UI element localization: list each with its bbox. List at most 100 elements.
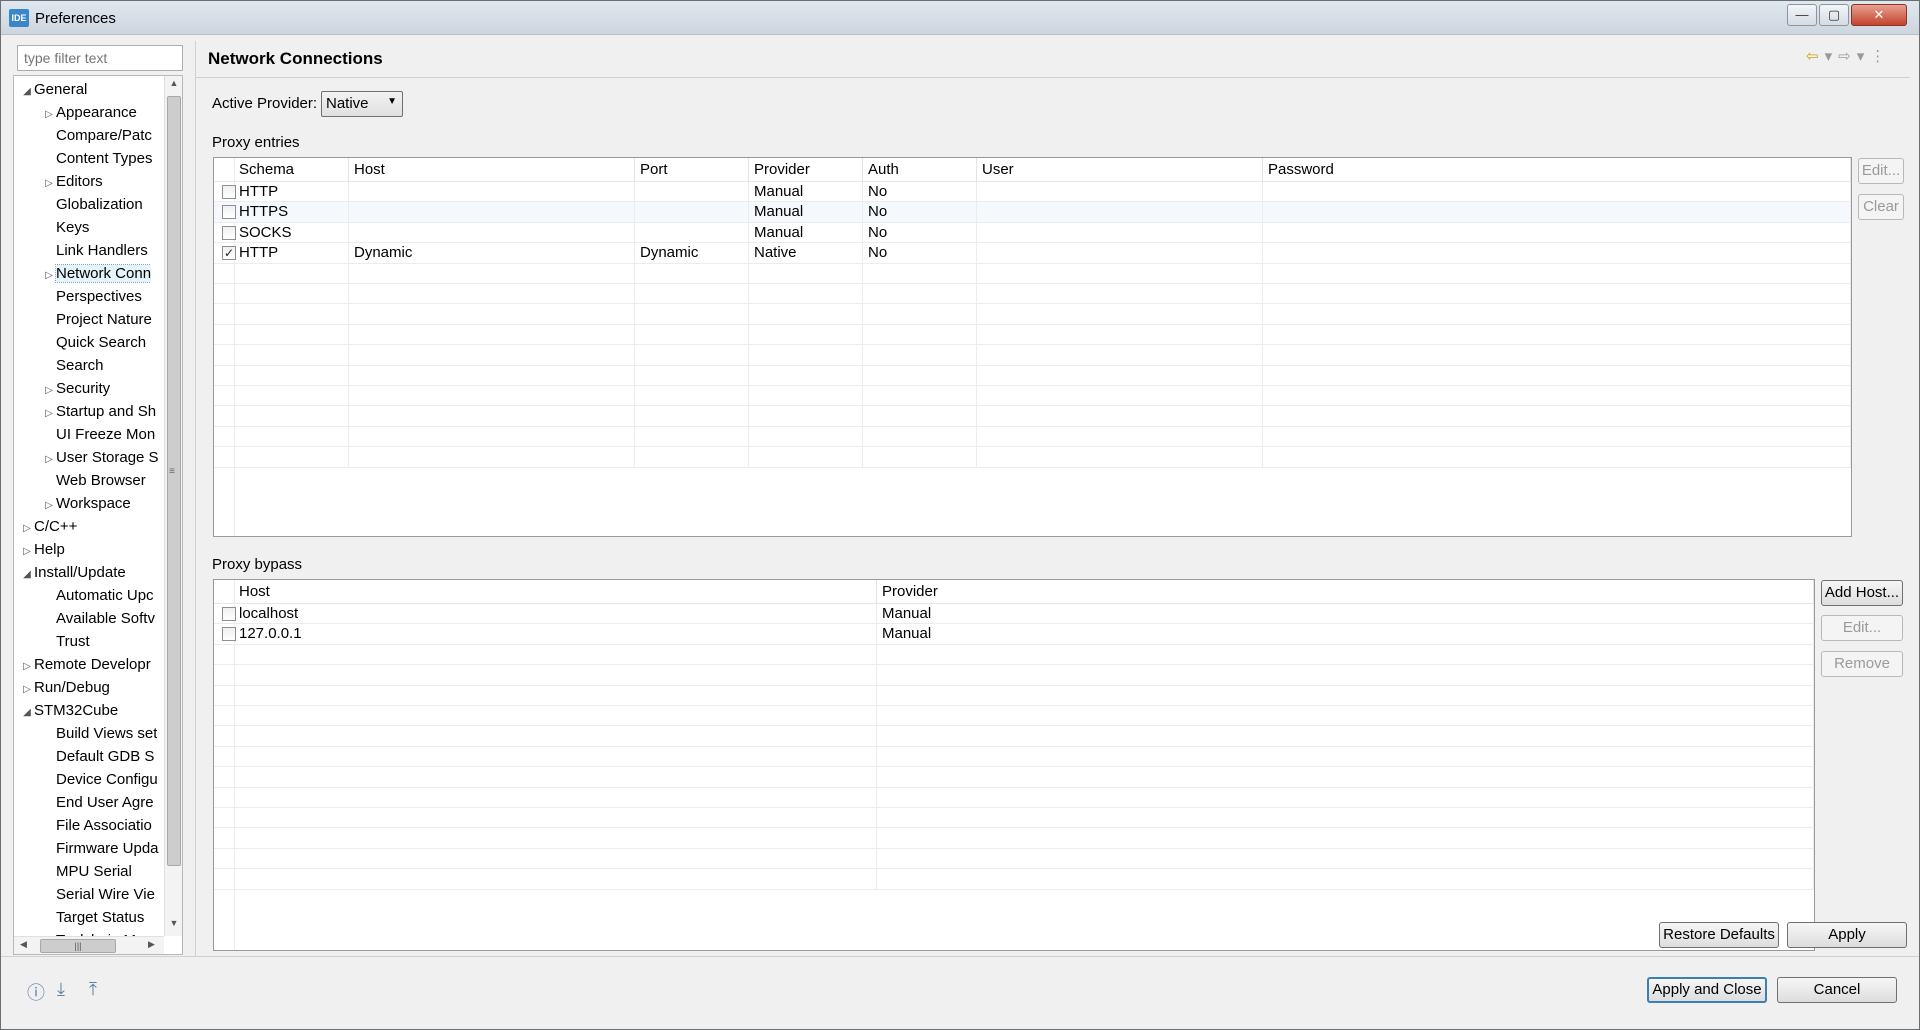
close-button[interactable]: ✕ — [1851, 4, 1907, 26]
expanded-arrow-icon[interactable]: ◢ — [20, 563, 34, 584]
tree-item[interactable]: ▷ Network Conn — [42, 262, 152, 285]
collapsed-arrow-icon[interactable]: ▷ — [42, 264, 56, 285]
scroll-thumb[interactable] — [167, 96, 181, 866]
tree-item[interactable]: ◢ General — [20, 78, 87, 101]
filter-input[interactable] — [17, 45, 183, 71]
row-checkbox[interactable] — [222, 205, 236, 220]
collapsed-arrow-icon[interactable]: ▷ — [20, 678, 34, 699]
column-header[interactable]: Port — [635, 158, 749, 182]
back-menu-icon[interactable]: ▾ — [1825, 48, 1839, 65]
tree-item[interactable]: File Associatio — [42, 814, 152, 837]
collapsed-arrow-icon[interactable]: ▷ — [42, 448, 56, 469]
tree-item[interactable]: Content Types — [42, 147, 152, 170]
tree-item[interactable]: ▷ Security — [42, 377, 110, 400]
expanded-arrow-icon[interactable]: ◢ — [20, 701, 34, 722]
row-checkbox[interactable] — [222, 185, 236, 199]
tree-item[interactable]: Available Softv — [42, 607, 155, 630]
tree-item[interactable]: Keys — [42, 216, 89, 239]
column-header[interactable]: Schema — [234, 158, 349, 182]
tree-item[interactable]: Automatic Upc — [42, 584, 154, 607]
back-arrow-icon[interactable]: ⇦ — [1806, 48, 1825, 65]
tree-horizontal-scrollbar[interactable]: ◀ ||| ▶ — [14, 936, 164, 954]
import-icon[interactable]: ⤓ — [57, 979, 65, 1000]
table-row[interactable]: localhost Manual — [214, 604, 1814, 625]
table-row[interactable]: HTTP Dynamic Dynamic Native No ✓ — [214, 243, 1851, 264]
tree-item[interactable]: ▷ Editors — [42, 170, 103, 193]
tree-item[interactable]: ▷ Remote Developr — [20, 653, 151, 676]
collapsed-arrow-icon[interactable]: ▷ — [20, 540, 34, 561]
apply-button[interactable]: Apply — [1787, 922, 1907, 948]
collapsed-arrow-icon[interactable]: ▷ — [20, 655, 34, 676]
row-checkbox[interactable] — [222, 607, 236, 621]
tree-item[interactable]: UI Freeze Mon — [42, 423, 155, 446]
tree-item[interactable]: Build Views set — [42, 722, 157, 745]
tree-item[interactable]: ▷ Workspace — [42, 492, 131, 515]
tree-item[interactable]: Toolchain M — [42, 929, 136, 936]
collapsed-arrow-icon[interactable]: ▷ — [20, 517, 34, 538]
tree-vertical-scrollbar[interactable]: ▲ ≡ ▼ — [164, 76, 182, 936]
table-row[interactable]: SOCKS Manual No — [214, 222, 1851, 244]
column-header[interactable]: User — [977, 158, 1263, 182]
table-row[interactable]: HTTP Manual No — [214, 182, 1851, 203]
column-header[interactable]: Auth — [863, 158, 977, 182]
collapsed-arrow-icon[interactable]: ▷ — [42, 494, 56, 515]
column-header[interactable]: Provider — [749, 158, 863, 182]
column-header[interactable]: Password — [1263, 158, 1851, 182]
column-header[interactable]: Host — [234, 580, 877, 604]
minimize-button[interactable]: — — [1787, 4, 1817, 26]
title-bar[interactable]: IDE Preferences — ▢ ✕ — [1, 1, 1919, 35]
collapsed-arrow-icon[interactable]: ▷ — [42, 172, 56, 193]
tree-item[interactable]: ▷ Help — [20, 538, 65, 561]
tree-item[interactable]: ▷ C/C++ — [20, 515, 77, 538]
tree-item[interactable]: Trust — [42, 630, 90, 653]
help-icon[interactable]: ⓘ — [27, 979, 45, 1005]
restore-defaults-button[interactable]: Restore Defaults — [1659, 922, 1779, 948]
edit-entry-button[interactable]: Edit... — [1858, 158, 1904, 184]
table-row[interactable]: HTTPS Manual No — [214, 202, 1851, 223]
edit-host-button[interactable]: Edit... — [1821, 615, 1903, 641]
tree-item[interactable]: Project Nature — [42, 308, 152, 331]
row-checkbox[interactable]: ✓ — [222, 246, 236, 261]
collapsed-arrow-icon[interactable]: ▷ — [42, 402, 56, 423]
active-provider-select[interactable]: Native ▼ — [321, 91, 403, 117]
collapsed-arrow-icon[interactable]: ▷ — [42, 379, 56, 400]
view-menu-icon[interactable]: ⋮ — [1870, 48, 1891, 65]
tree-item[interactable]: Search — [42, 354, 104, 377]
tree-item[interactable]: Link Handlers — [42, 239, 148, 262]
tree-item[interactable]: Perspectives — [42, 285, 142, 308]
maximize-button[interactable]: ▢ — [1819, 4, 1849, 26]
tree-item[interactable]: ◢ STM32Cube — [20, 699, 118, 722]
cancel-button[interactable]: Cancel — [1777, 977, 1897, 1003]
tree-item[interactable]: End User Agre — [42, 791, 154, 814]
tree-item[interactable]: Web Browser — [42, 469, 146, 492]
add-host-button[interactable]: Add Host... — [1821, 580, 1903, 606]
tree-item[interactable]: ▷ Appearance — [42, 101, 137, 124]
expanded-arrow-icon[interactable]: ◢ — [20, 80, 34, 101]
column-header[interactable]: Provider — [877, 580, 1814, 604]
table-row[interactable]: 127.0.0.1 Manual — [214, 624, 1814, 645]
scroll-left-icon[interactable]: ◀ — [20, 939, 27, 950]
forward-arrow-icon[interactable]: ⇨ — [1838, 48, 1857, 65]
column-header[interactable]: Host — [349, 158, 635, 182]
tree-item[interactable]: Device Configu — [42, 768, 158, 791]
remove-host-button[interactable]: Remove — [1821, 651, 1903, 677]
tree-item[interactable]: Quick Search — [42, 331, 146, 354]
forward-menu-icon[interactable]: ▾ — [1857, 48, 1871, 65]
tree-item[interactable]: ▷ Startup and Sh — [42, 400, 156, 423]
tree-item[interactable]: ▷ Run/Debug — [20, 676, 110, 699]
tree-item[interactable]: Default GDB S — [42, 745, 154, 768]
scroll-down-icon[interactable]: ▼ — [165, 918, 182, 928]
tree-item[interactable]: Target Status — [42, 906, 144, 929]
tree-item[interactable]: Globalization — [42, 193, 143, 216]
tree-item[interactable]: ▷ User Storage S — [42, 446, 158, 469]
scroll-right-icon[interactable]: ▶ — [148, 939, 155, 950]
collapsed-arrow-icon[interactable]: ▷ — [42, 103, 56, 124]
export-icon[interactable]: ⤒ — [89, 979, 97, 1000]
row-checkbox[interactable] — [222, 627, 236, 642]
tree-item[interactable]: Serial Wire Vie — [42, 883, 155, 906]
tree-item[interactable]: MPU Serial — [42, 860, 132, 883]
clear-entry-button[interactable]: Clear — [1858, 194, 1904, 220]
tree-item[interactable]: Firmware Upda — [42, 837, 159, 860]
row-checkbox[interactable] — [222, 225, 236, 240]
tree-item[interactable]: ◢ Install/Update — [20, 561, 126, 584]
